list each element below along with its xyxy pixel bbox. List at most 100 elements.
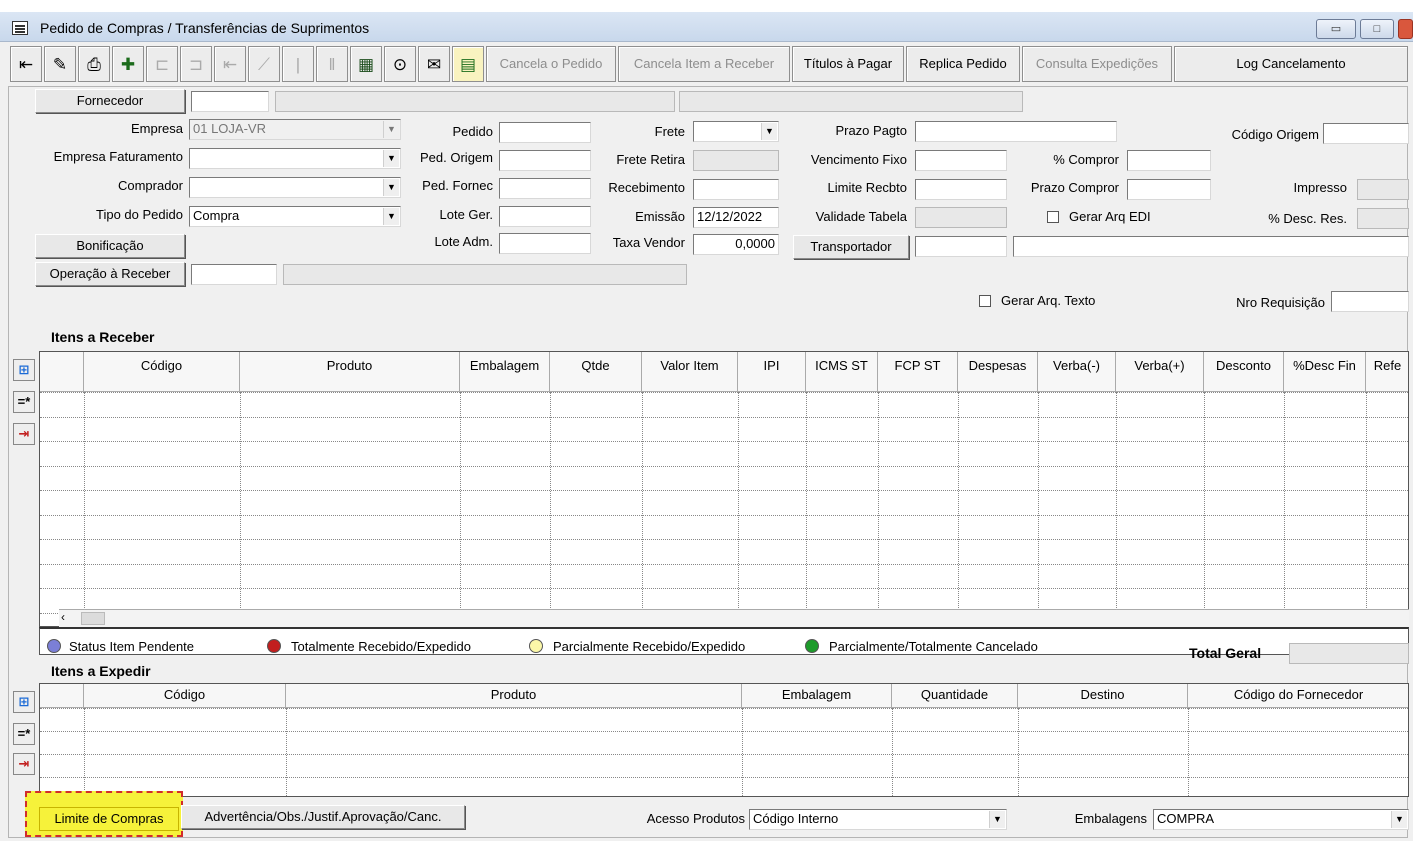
duplicate-row-icon[interactable]: =* [13, 391, 35, 413]
frete-retira-label: Frete Retira [616, 152, 685, 167]
comprador-select[interactable]: ▼ [189, 177, 401, 198]
gerar-texto-checkbox[interactable] [979, 295, 991, 307]
col-verba-plus[interactable]: Verba(+) [1116, 352, 1204, 392]
edit-button[interactable]: ✎ [44, 46, 76, 82]
print-button[interactable]: ⎙ [78, 46, 110, 82]
fornecedor-button[interactable]: Fornecedor [35, 89, 185, 113]
replica-pedido-button[interactable]: Replica Pedido [906, 46, 1020, 82]
first-record-button[interactable]: ⊏ [146, 46, 178, 82]
legend-dot-cancelado [805, 639, 819, 653]
nro-requisicao-input[interactable] [1331, 291, 1409, 312]
emissao-input[interactable]: 12/12/2022 [693, 207, 779, 228]
ped-origem-input[interactable] [499, 150, 591, 171]
desc-res-label: % Desc. Res. [1268, 211, 1347, 226]
first-button[interactable]: ⇤ [214, 46, 246, 82]
empresa-faturamento-select[interactable]: ▼ [189, 148, 401, 169]
minimize-icon[interactable]: ▭ [1316, 19, 1356, 39]
operacao-code-input[interactable] [191, 264, 277, 285]
titulos-pagar-button[interactable]: Títulos à Pagar [792, 46, 904, 82]
legend-recebido: Totalmente Recebido/Expedido [291, 639, 471, 654]
grid-column-line [1116, 392, 1117, 626]
notes-button[interactable]: ✉ [418, 46, 450, 82]
tipo-pedido-select[interactable]: Compra ▼ [189, 206, 401, 227]
add-record-button[interactable]: ✚ [112, 46, 144, 82]
log-cancelamento-button[interactable]: Log Cancelamento [1174, 46, 1408, 82]
delete-row-icon[interactable]: ⇥ [13, 423, 35, 445]
grid-column-line [460, 392, 461, 626]
col-ipi[interactable]: IPI [738, 352, 806, 392]
duplicate-row-icon[interactable]: =* [13, 723, 35, 745]
col-exp-codigo[interactable]: Código [84, 684, 286, 708]
columns-button[interactable]: ▦ [350, 46, 382, 82]
close-icon[interactable] [1398, 19, 1413, 39]
fornecedor-code-input[interactable] [191, 91, 269, 112]
acesso-produtos-select[interactable]: Código Interno ▼ [749, 809, 1007, 830]
prev-button[interactable]: ⟋ [248, 46, 280, 82]
limite-recbto-input[interactable] [915, 179, 1007, 200]
last-record-button[interactable]: ⊐ [180, 46, 212, 82]
grid-row-line [40, 416, 1408, 418]
delete-row-icon[interactable]: ⇥ [13, 753, 35, 775]
transportador-code-input[interactable] [915, 236, 1007, 257]
prazo-compror-input[interactable] [1127, 179, 1211, 200]
grid-row-line [40, 588, 1408, 589]
operacao-receber-button[interactable]: Operação à Receber [35, 262, 185, 286]
next-button[interactable]: | [282, 46, 314, 82]
pedido-input[interactable] [499, 122, 591, 143]
prazo-pagto-input[interactable] [915, 121, 1117, 142]
grid-column-line [1366, 392, 1367, 626]
itens-receber-grid[interactable]: Código Produto Embalagem Qtde Valor Item… [39, 351, 1409, 627]
grid-row-line [40, 392, 1408, 393]
add-row-icon[interactable]: ⊞ [13, 691, 35, 713]
search-button[interactable]: ⊙ [384, 46, 416, 82]
add-row-icon[interactable]: ⊞ [13, 359, 35, 381]
cancela-item-button[interactable]: Cancela Item a Receber [618, 46, 790, 82]
pct-compror-input[interactable] [1127, 150, 1211, 171]
gerar-edi-checkbox[interactable] [1047, 211, 1059, 223]
scroll-left-icon[interactable]: ‹ [61, 610, 65, 624]
limite-compras-button[interactable]: Limite de Compras [39, 807, 179, 831]
col-exp-embalagem[interactable]: Embalagem [742, 684, 892, 708]
lote-adm-input[interactable] [499, 233, 591, 254]
frete-select[interactable]: ▼ [693, 121, 779, 142]
taxa-vendor-input[interactable]: 0,0000 [693, 234, 779, 255]
transportador-button[interactable]: Transportador [793, 235, 909, 259]
col-embalagem[interactable]: Embalagem [460, 352, 550, 392]
scroll-thumb[interactable] [81, 612, 105, 625]
col-desc-fin[interactable]: %Desc Fin [1284, 352, 1366, 392]
col-produto[interactable]: Produto [240, 352, 460, 392]
embalagens-select[interactable]: COMPRA ▼ [1153, 809, 1409, 830]
lote-ger-input[interactable] [499, 206, 591, 227]
col-fcp-st[interactable]: FCP ST [878, 352, 958, 392]
col-codigo[interactable]: Código [84, 352, 240, 392]
advertencia-button[interactable]: Advertência/Obs./Justif.Aprovação/Canc. [181, 805, 465, 829]
bonificacao-button[interactable]: Bonificação [35, 234, 185, 258]
col-refe[interactable]: Refe [1366, 352, 1408, 392]
col-valor-item[interactable]: Valor Item [642, 352, 738, 392]
calendar-grid-button[interactable]: ▤ [452, 46, 484, 82]
col-exp-produto[interactable]: Produto [286, 684, 742, 708]
recebimento-input[interactable] [693, 179, 779, 200]
grid-column-line [1284, 392, 1285, 626]
ped-fornec-input[interactable] [499, 178, 591, 199]
col-desconto[interactable]: Desconto [1204, 352, 1284, 392]
vencimento-fixo-input[interactable] [915, 150, 1007, 171]
last-button[interactable]: ‖ [316, 46, 348, 82]
exit-button[interactable]: ⇤ [10, 46, 42, 82]
col-qtde[interactable]: Qtde [550, 352, 642, 392]
col-exp-codigo-fornecedor[interactable]: Código do Fornecedor [1188, 684, 1408, 708]
col-despesas[interactable]: Despesas [958, 352, 1038, 392]
col-verba-minus[interactable]: Verba(-) [1038, 352, 1116, 392]
horizontal-scrollbar[interactable]: ‹ [59, 609, 1409, 627]
transportador-name-input[interactable] [1013, 236, 1409, 257]
grid-row-line [40, 708, 1408, 709]
consulta-expedicoes-button[interactable]: Consulta Expedições [1022, 46, 1172, 82]
codigo-origem-input[interactable] [1323, 123, 1409, 144]
empresa-select[interactable]: 01 LOJA-VR ▼ [189, 119, 401, 140]
col-exp-quantidade[interactable]: Quantidade [892, 684, 1018, 708]
cancela-pedido-button[interactable]: Cancela o Pedido [486, 46, 616, 82]
maximize-icon[interactable]: □ [1360, 19, 1394, 39]
col-icms-st[interactable]: ICMS ST [806, 352, 878, 392]
col-exp-destino[interactable]: Destino [1018, 684, 1188, 708]
itens-expedir-grid[interactable]: Código Produto Embalagem Quantidade Dest… [39, 683, 1409, 797]
